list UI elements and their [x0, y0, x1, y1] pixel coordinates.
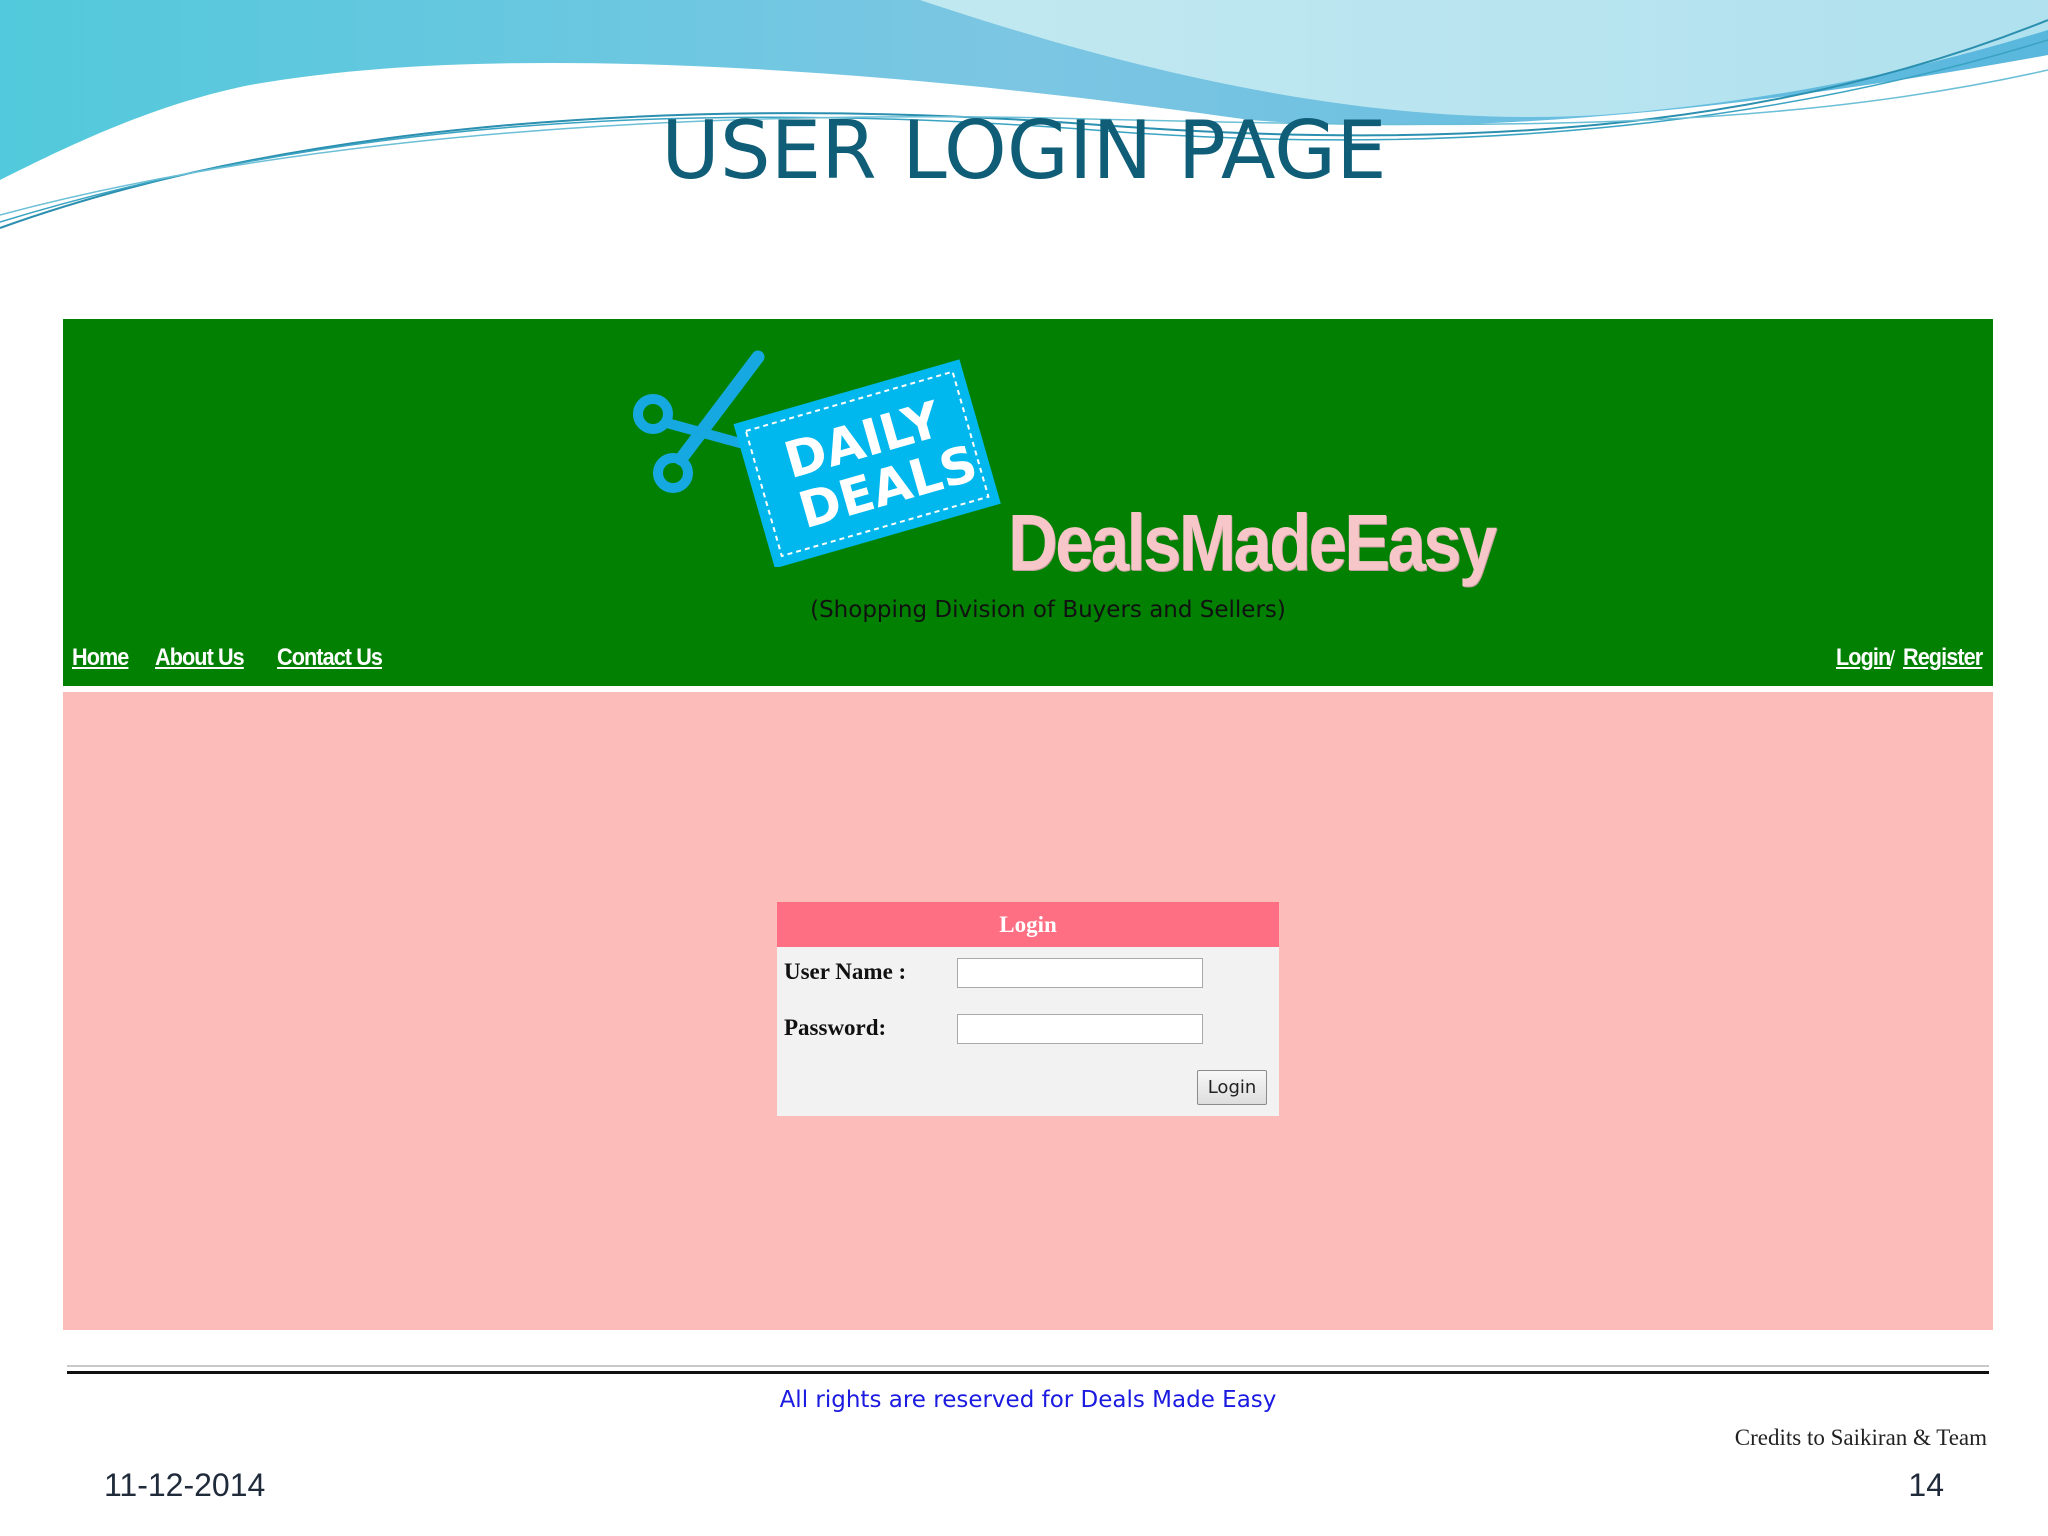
password-label: Password: — [784, 1015, 887, 1040]
password-input[interactable] — [957, 1014, 1203, 1044]
login-submit-button[interactable]: Login — [1197, 1070, 1267, 1105]
footer-divider — [67, 1371, 1989, 1374]
login-form: Login User Name : Password: Login — [777, 902, 1279, 1116]
webpage-screenshot: DAILY DEALS DealsMadeEasy (Shopping Divi… — [63, 319, 1993, 1459]
slide-title: USER LOGIN PAGE — [661, 104, 1387, 197]
slide-page-number: 14 — [1908, 1467, 1944, 1503]
nav-contact-link[interactable]: Contact Us — [277, 644, 383, 672]
footer-copyright: All rights are reserved for Deals Made E… — [779, 1387, 1277, 1413]
footer-credits: Credits to Saikiran & Team — [1734, 1425, 1987, 1450]
site-header: DAILY DEALS DealsMadeEasy (Shopping Divi… — [63, 319, 1993, 686]
brand-name: DealsMadeEasy — [1008, 498, 1497, 587]
slide-date: 11-12-2014 — [104, 1467, 266, 1503]
username-label: User Name : — [784, 959, 907, 984]
footer-divider-light — [67, 1365, 1989, 1367]
daily-deals-logo: DAILY DEALS — [633, 350, 1001, 567]
nav-login-link[interactable]: Login — [1836, 644, 1891, 672]
deal-tag: DAILY DEALS — [733, 359, 1001, 567]
main-content: Login User Name : Password: Login — [63, 692, 1993, 1330]
nav-about-link[interactable]: About Us — [155, 644, 245, 672]
nav-register-link[interactable]: Register — [1903, 644, 1983, 672]
nav-separator: / — [1889, 646, 1896, 671]
site-tagline: (Shopping Division of Buyers and Sellers… — [810, 597, 1286, 623]
login-form-title: Login — [777, 902, 1279, 947]
username-input[interactable] — [957, 958, 1203, 988]
nav-home-link[interactable]: Home — [72, 644, 129, 672]
